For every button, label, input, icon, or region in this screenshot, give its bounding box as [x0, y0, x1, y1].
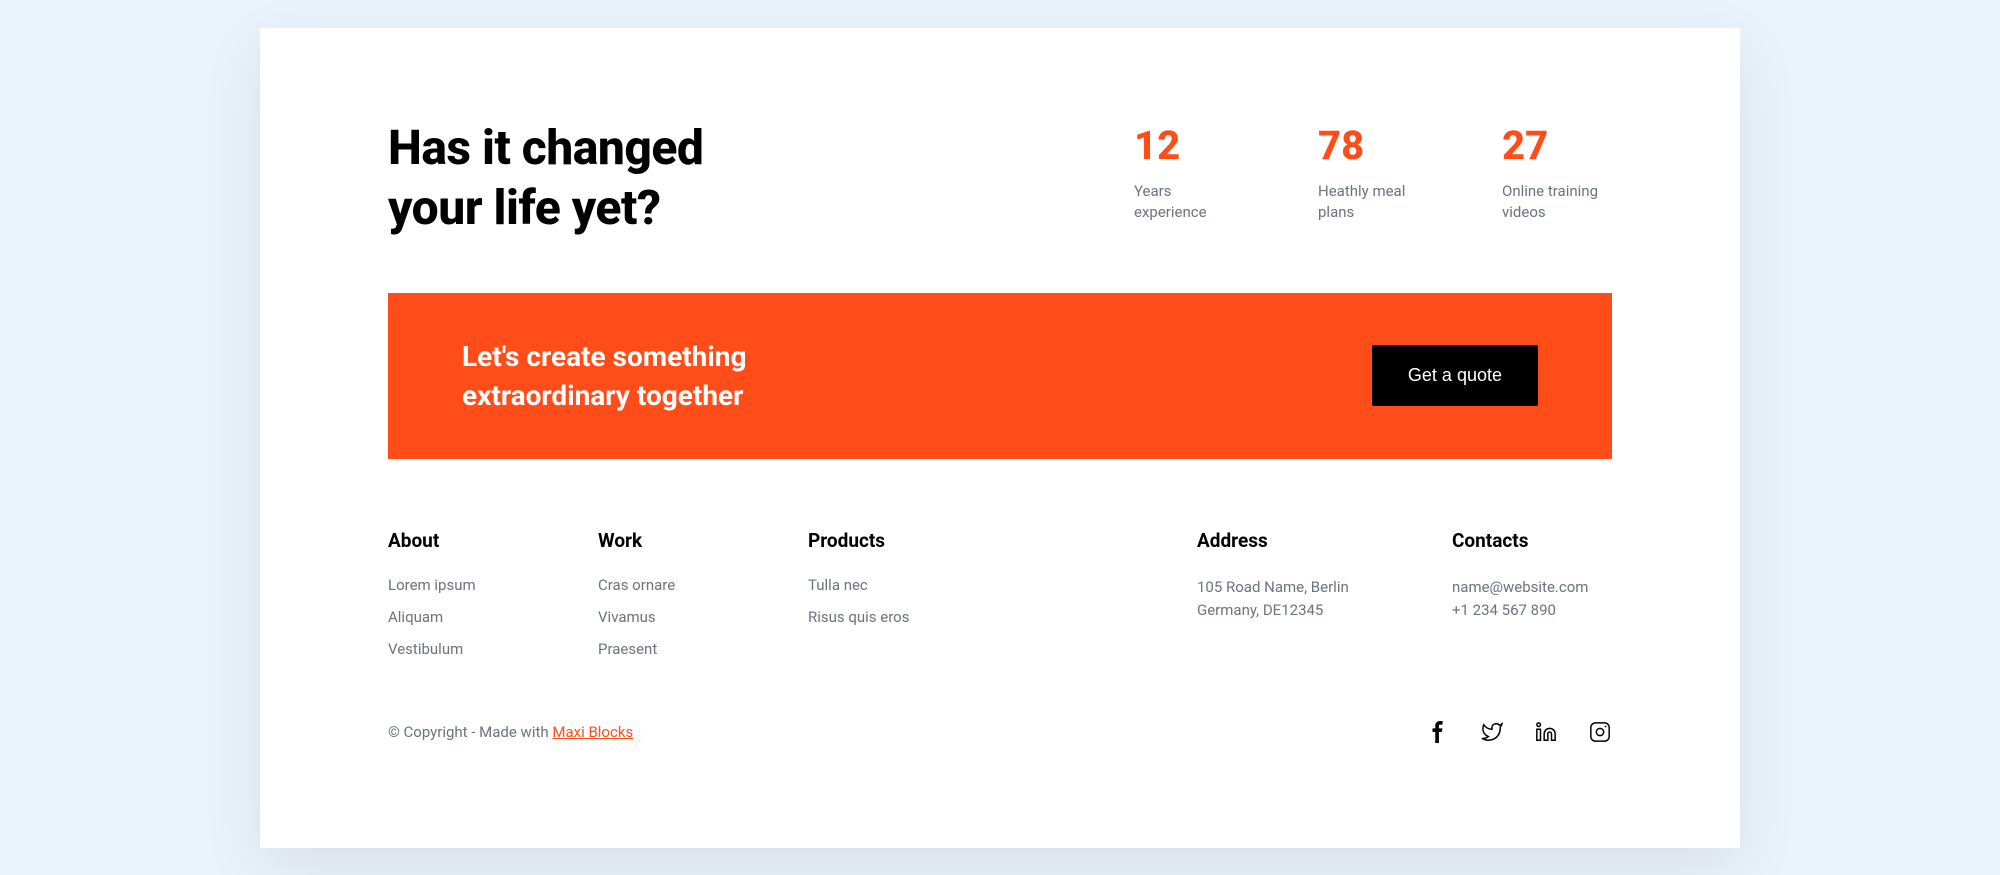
- stat-years: 12 Years experience: [1134, 122, 1244, 225]
- stats-group: 12 Years experience 78 Heathly meal plan…: [1134, 122, 1612, 225]
- stat-label: Heathly meal plans: [1318, 181, 1428, 225]
- headline: Has it changed your life yet?: [388, 118, 703, 238]
- linkedin-icon[interactable]: [1534, 720, 1558, 744]
- col-address: Address 105 Road Name, Berlin Germany, D…: [1197, 529, 1372, 672]
- address-line1: 105 Road Name, Berlin: [1197, 576, 1372, 599]
- col-title: Work: [598, 529, 728, 552]
- instagram-icon[interactable]: [1588, 720, 1612, 744]
- about-link-3[interactable]: Vestibulum: [388, 640, 518, 658]
- headline-line2: your life yet?: [388, 179, 661, 236]
- col-title: Contacts: [1452, 529, 1612, 552]
- products-link-1[interactable]: Tulla nec: [808, 576, 958, 594]
- col-work: Work Cras ornare Vivamus Praesent: [598, 529, 728, 672]
- stat-meal-plans: 78 Heathly meal plans: [1318, 122, 1428, 225]
- contact-email: name@website.com: [1452, 576, 1612, 599]
- cta-banner: Let's create something extraordinary tog…: [388, 293, 1612, 459]
- col-title: About: [388, 529, 518, 552]
- headline-line1: Has it changed: [388, 119, 703, 176]
- stat-label: Years experience: [1134, 181, 1244, 225]
- address-line2: Germany, DE12345: [1197, 599, 1372, 622]
- stat-value: 27: [1502, 122, 1612, 169]
- cta-line2: extraordinary together: [462, 379, 743, 412]
- col-title: Products: [808, 529, 958, 552]
- col-about: About Lorem ipsum Aliquam Vestibulum: [388, 529, 518, 672]
- get-quote-button[interactable]: Get a quote: [1372, 345, 1538, 406]
- copyright-text: © Copyright - Made with: [388, 723, 552, 741]
- cta-line1: Let's create something: [462, 340, 746, 373]
- facebook-icon[interactable]: [1426, 720, 1450, 744]
- stat-label: Online training videos: [1502, 181, 1612, 225]
- bottom-row: © Copyright - Made with Maxi Blocks: [388, 720, 1612, 744]
- col-contacts: Contacts name@website.com +1 234 567 890: [1452, 529, 1612, 672]
- social-icons: [1426, 720, 1612, 744]
- about-link-2[interactable]: Aliquam: [388, 608, 518, 626]
- products-link-2[interactable]: Risus quis eros: [808, 608, 958, 626]
- contact-phone: +1 234 567 890: [1452, 599, 1612, 622]
- about-link-1[interactable]: Lorem ipsum: [388, 576, 518, 594]
- hero-row: Has it changed your life yet? 12 Years e…: [388, 118, 1612, 238]
- col-products: Products Tulla nec Risus quis eros: [808, 529, 958, 672]
- work-link-2[interactable]: Vivamus: [598, 608, 728, 626]
- col-title: Address: [1197, 529, 1372, 552]
- spacer: [1038, 529, 1117, 672]
- stat-value: 78: [1318, 122, 1428, 169]
- stat-value: 12: [1134, 122, 1244, 169]
- copyright: © Copyright - Made with Maxi Blocks: [388, 723, 633, 741]
- work-link-3[interactable]: Praesent: [598, 640, 728, 658]
- twitter-icon[interactable]: [1480, 720, 1504, 744]
- cta-text: Let's create something extraordinary tog…: [462, 337, 746, 415]
- footer-block: Has it changed your life yet? 12 Years e…: [260, 28, 1740, 848]
- stat-videos: 27 Online training videos: [1502, 122, 1612, 225]
- maxi-blocks-link[interactable]: Maxi Blocks: [552, 723, 633, 741]
- footer-columns: About Lorem ipsum Aliquam Vestibulum Wor…: [388, 529, 1612, 672]
- work-link-1[interactable]: Cras ornare: [598, 576, 728, 594]
